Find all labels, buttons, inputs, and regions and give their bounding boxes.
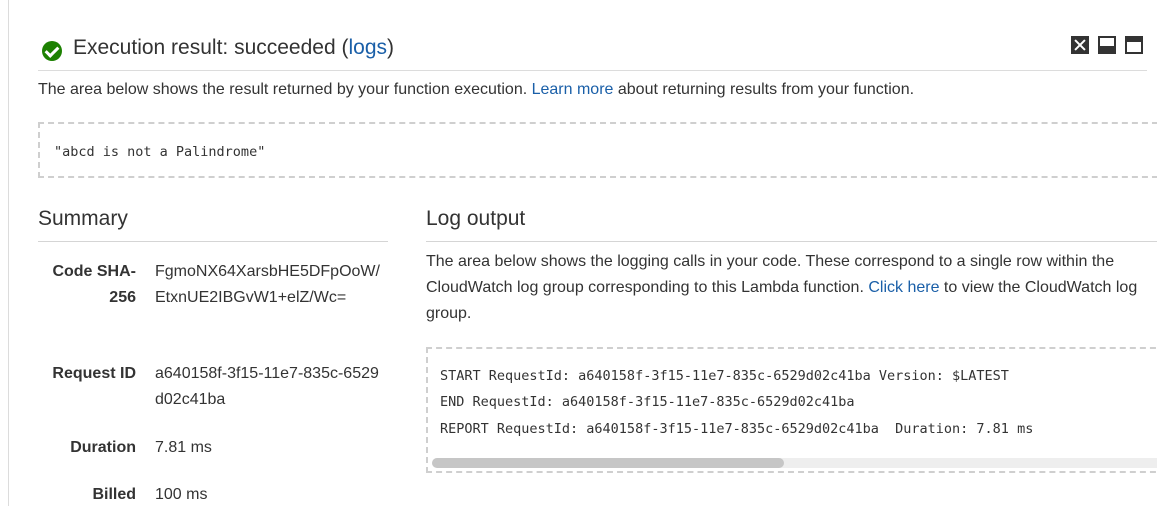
result-output-text: "abcd is not a Palindrome" bbox=[54, 144, 266, 160]
panel-left-border bbox=[8, 0, 9, 506]
maximize-icon[interactable] bbox=[1125, 36, 1143, 54]
logs-link[interactable]: logs bbox=[348, 36, 387, 59]
summary-divider bbox=[38, 241, 388, 242]
log-line: END RequestId: a640158f-3f15-11e7-835c-6… bbox=[440, 394, 855, 410]
result-description: The area below shows the result returned… bbox=[38, 81, 914, 99]
close-icon[interactable] bbox=[1071, 36, 1089, 54]
billed-value: 100 ms bbox=[155, 486, 208, 503]
log-line: START RequestId: a640158f-3f15-11e7-835c… bbox=[440, 368, 1009, 384]
log-output-heading: Log output bbox=[426, 207, 526, 230]
check-circle-icon bbox=[42, 41, 62, 61]
header-divider bbox=[38, 70, 1147, 71]
result-output-box[interactable]: "abcd is not a Palindrome" bbox=[38, 122, 1157, 178]
title-suffix: ) bbox=[387, 36, 395, 59]
description-text-end: about returning results from your functi… bbox=[613, 81, 915, 98]
execution-result-title: Execution result: succeeded (logs) bbox=[73, 36, 394, 60]
request-id-label: Request ID bbox=[52, 365, 136, 382]
duration-label: Duration bbox=[70, 439, 136, 456]
cloudwatch-click-here-link[interactable]: Click here bbox=[868, 279, 939, 296]
log-output-divider bbox=[426, 241, 1157, 242]
code-sha-value: FgmoNX64XarsbHE5DFpOoW/EtxnUE2IBGvW1+elZ… bbox=[155, 263, 380, 306]
billed-label: Billed bbox=[92, 486, 136, 503]
log-output-box[interactable]: START RequestId: a640158f-3f15-11e7-835c… bbox=[426, 347, 1157, 473]
request-id-value: a640158f-3f15-11e7-835c-6529d02c41ba bbox=[155, 365, 379, 408]
summary-heading: Summary bbox=[38, 207, 128, 230]
duration-value: 7.81 ms bbox=[155, 439, 212, 456]
code-sha-label: Code SHA-256 bbox=[52, 263, 136, 306]
learn-more-link[interactable]: Learn more bbox=[532, 81, 614, 98]
minimize-icon[interactable] bbox=[1098, 36, 1116, 54]
execution-result-header: Execution result: succeeded (logs) bbox=[38, 34, 1147, 70]
log-description: The area below shows the logging calls i… bbox=[426, 249, 1156, 327]
title-prefix: Execution result: succeeded ( bbox=[73, 36, 349, 59]
horizontal-scrollbar-thumb[interactable] bbox=[432, 458, 784, 468]
log-line: REPORT RequestId: a640158f-3f15-11e7-835… bbox=[440, 421, 1034, 437]
description-text: The area below shows the result returned… bbox=[38, 81, 532, 98]
